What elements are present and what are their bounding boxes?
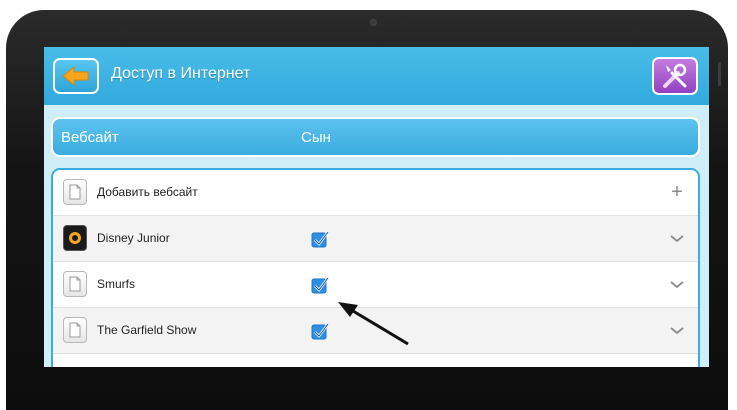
list-item-label: The Garfield Show [97,323,197,337]
page-title: Доступ в Интернет [111,65,251,82]
list-item-label: Smurfs [97,277,136,291]
list-item-label: Disney Junior [97,231,170,245]
arrow-left-icon [62,65,89,87]
disney-junior-logo [63,225,87,251]
light-sensor [402,22,405,25]
list-item-label: Добавить вебсайт [97,185,198,199]
page-icon [63,317,87,343]
tablet-side-button [718,62,721,86]
checkbox-checked[interactable] [311,230,329,248]
chevron-down-icon[interactable] [668,275,686,293]
add-website-row[interactable]: Добавить вебсайт + [53,170,698,216]
chevron-down-icon[interactable] [668,229,686,247]
back-button[interactable] [53,58,99,94]
column-header-son: Сын [301,129,331,146]
pointer-arrow-annotation [338,302,409,346]
checkbox-checked[interactable] [311,276,329,294]
checkbox-checked[interactable] [311,322,329,340]
table-header: Вебсайт Сын [51,117,700,157]
chevron-down-icon[interactable] [668,321,686,339]
page-icon [63,179,87,205]
camera-lens [370,19,377,26]
page-icon [63,271,87,297]
add-icon[interactable]: + [668,182,686,202]
settings-button[interactable] [652,57,698,95]
list-item-disney-junior[interactable]: Disney Junior [53,216,698,262]
tools-icon [663,63,687,88]
top-bar: Доступ в Интернет [44,47,709,105]
column-header-website: Вебсайт [61,129,119,146]
